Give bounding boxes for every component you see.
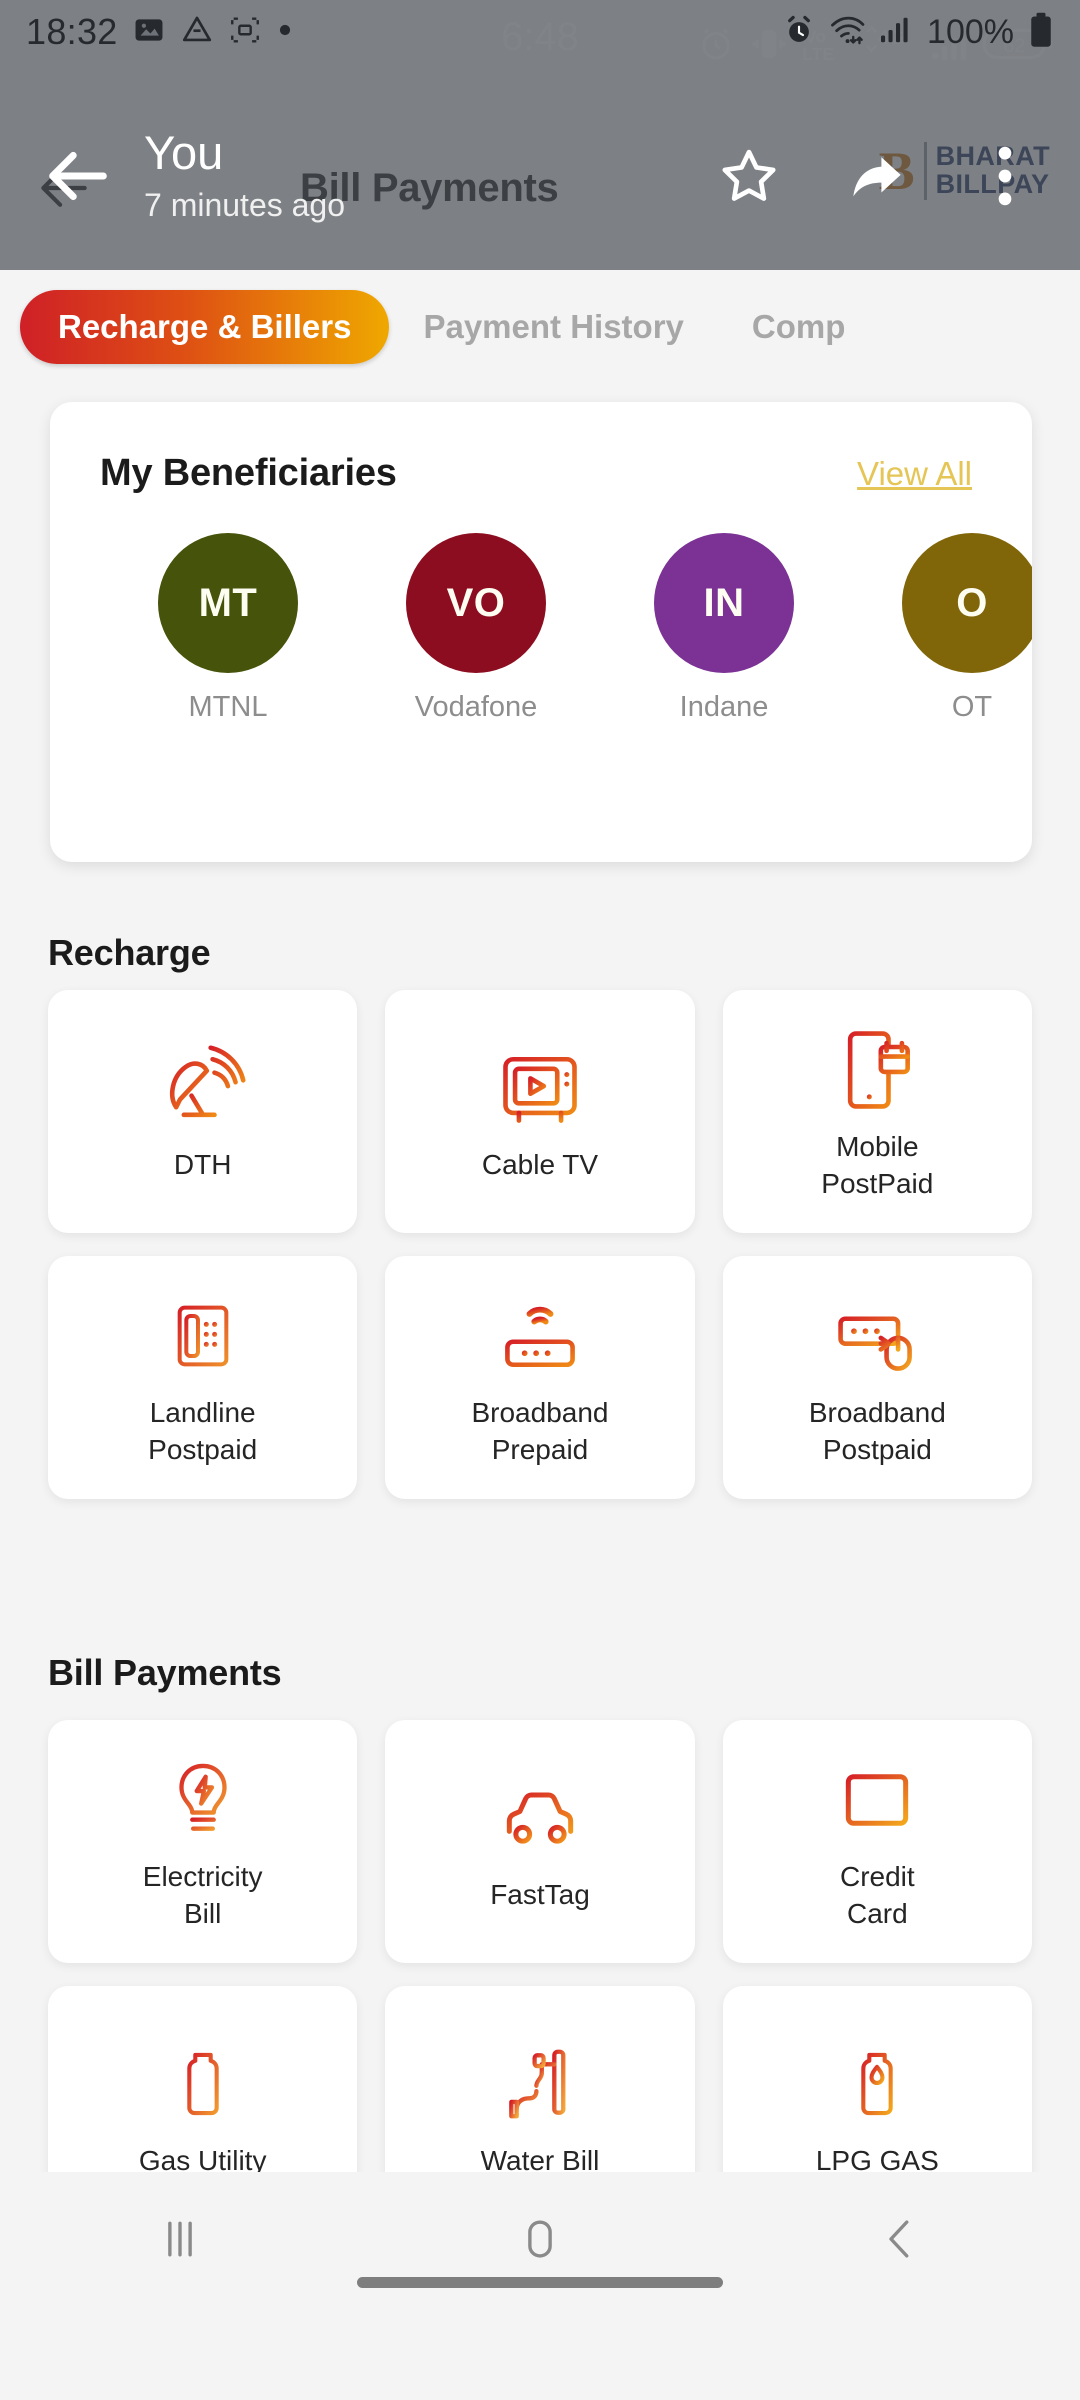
water-tap-icon	[497, 2029, 583, 2139]
tile-mobile-postpaid[interactable]: Mobile PostPaid	[722, 990, 1032, 1233]
satellite-dish-icon	[157, 1033, 249, 1143]
bill-payments-grid-row-1: Electricity Bill FastTag Credit Card	[0, 1720, 1080, 1963]
beneficiary-name: Vodafone	[414, 691, 538, 723]
router-mouse-icon	[831, 1281, 923, 1391]
tile-label: FastTag	[490, 1879, 590, 1911]
beneficiary-item[interactable]: O OT	[902, 533, 1032, 724]
tab-bar[interactable]: Recharge & Billers Payment History Comp	[0, 278, 1080, 376]
battery-icon	[1028, 12, 1054, 53]
section-title-bill-payments: Bill Payments	[48, 1652, 282, 1693]
tile-label: Mobile PostPaid	[821, 1131, 934, 1199]
tile-cable-tv[interactable]: Cable TV	[385, 990, 695, 1233]
tile-landline-postpaid[interactable]: Landline Postpaid	[48, 1256, 358, 1499]
tile-credit-card[interactable]: Credit Card	[722, 1720, 1032, 1963]
main-content: My Beneficiaries View All MT MTNL VO Vod…	[0, 376, 1080, 2306]
tab-complaints[interactable]: Comp	[718, 308, 880, 346]
car-icon	[494, 1763, 586, 1873]
status-left: 18:32	[26, 11, 294, 53]
beneficiary-item[interactable]: VO Vodafone	[406, 533, 546, 724]
wifi-icon	[829, 14, 865, 51]
tile-label: Broadband Postpaid	[808, 1397, 946, 1465]
tile-label: Broadband Prepaid	[471, 1397, 609, 1465]
landline-phone-icon	[163, 1281, 243, 1391]
overlay-title-block: You 7 minutes ago	[144, 125, 346, 225]
television-icon	[494, 1033, 586, 1143]
beneficiary-name: MTNL	[188, 691, 268, 723]
favorite-star-icon[interactable]	[710, 137, 788, 215]
beneficiary-name: Indane	[679, 691, 769, 723]
tile-label: Cable TV	[481, 1149, 599, 1181]
overlay-back-button[interactable]	[30, 128, 126, 224]
back-icon[interactable]	[825, 2194, 975, 2284]
device-status-bar: 18:32 100%	[0, 0, 1080, 64]
overlay-actions	[710, 137, 1050, 215]
beneficiaries-title: My Beneficiaries	[100, 452, 397, 494]
recents-icon[interactable]	[105, 2194, 255, 2284]
beneficiary-name: OT	[951, 691, 993, 723]
alarm-icon	[783, 14, 815, 51]
overlay-owner: You	[144, 125, 224, 179]
gas-cylinder-icon	[162, 2029, 244, 2139]
image-icon	[132, 13, 166, 52]
tile-label: DTH	[173, 1149, 232, 1181]
drive-icon	[180, 13, 214, 52]
my-beneficiaries-card: My Beneficiaries View All MT MTNL VO Vod…	[50, 402, 1032, 862]
tile-label: Electricity Bill	[142, 1861, 263, 1929]
tile-fasttag[interactable]: FastTag	[385, 1720, 695, 1963]
section-title-recharge: Recharge	[48, 932, 211, 973]
android-nav-bar[interactable]	[0, 2172, 1080, 2306]
lightbulb-bolt-icon	[160, 1745, 246, 1855]
status-right: 100%	[783, 12, 1054, 53]
battery-percent: 100%	[927, 12, 1014, 51]
router-wifi-icon	[494, 1281, 586, 1391]
tile-dth[interactable]: DTH	[48, 990, 358, 1233]
avatar[interactable]: VO	[406, 533, 546, 673]
beneficiaries-list[interactable]: MT MTNL VO Vodafone IN Indane O OT	[50, 495, 1032, 724]
view-all-link[interactable]: View All	[857, 455, 972, 493]
avatar[interactable]: IN	[654, 533, 794, 673]
avatar[interactable]: MT	[158, 533, 298, 673]
lpg-cylinder-icon	[836, 2029, 918, 2139]
share-icon[interactable]	[838, 137, 916, 215]
credit-card-icon	[834, 1745, 920, 1855]
recharge-grid-row-1: DTH Cable TV Mobile PostPaid	[0, 990, 1080, 1233]
tile-electricity-bill[interactable]: Electricity Bill	[48, 1720, 358, 1963]
tile-label: Landline Postpaid	[148, 1397, 258, 1465]
avatar[interactable]: O	[902, 533, 1032, 673]
beneficiary-item[interactable]: IN Indane	[654, 533, 794, 724]
more-options-icon[interactable]	[966, 137, 1044, 215]
phone-screen: 6:48 Vo LTE	[0, 0, 1080, 2400]
tile-broadband-postpaid[interactable]: Broadband Postpaid	[722, 1256, 1032, 1499]
tab-payment-history[interactable]: Payment History	[389, 308, 717, 346]
screenshot-icon	[228, 13, 262, 52]
overlay-timestamp: 7 minutes ago	[144, 187, 346, 224]
beneficiary-item[interactable]: MT MTNL	[158, 533, 298, 724]
gallery-overlay-header: You 7 minutes ago	[0, 96, 1080, 256]
beneficiaries-header: My Beneficiaries View All	[50, 402, 1032, 495]
tile-broadband-prepaid[interactable]: Broadband Prepaid	[385, 1256, 695, 1499]
recharge-grid-row-2: Landline Postpaid Broadband Prepaid Broa…	[0, 1256, 1080, 1499]
dot-icon	[276, 21, 294, 44]
signal-icon	[879, 15, 913, 50]
device-clock: 18:32	[26, 11, 118, 52]
tab-recharge-billers[interactable]: Recharge & Billers	[20, 290, 390, 364]
tile-label: Credit Card	[839, 1861, 915, 1929]
home-icon[interactable]	[465, 2194, 615, 2284]
gesture-handle[interactable]	[357, 2277, 723, 2288]
mobile-postpaid-icon	[831, 1015, 923, 1125]
